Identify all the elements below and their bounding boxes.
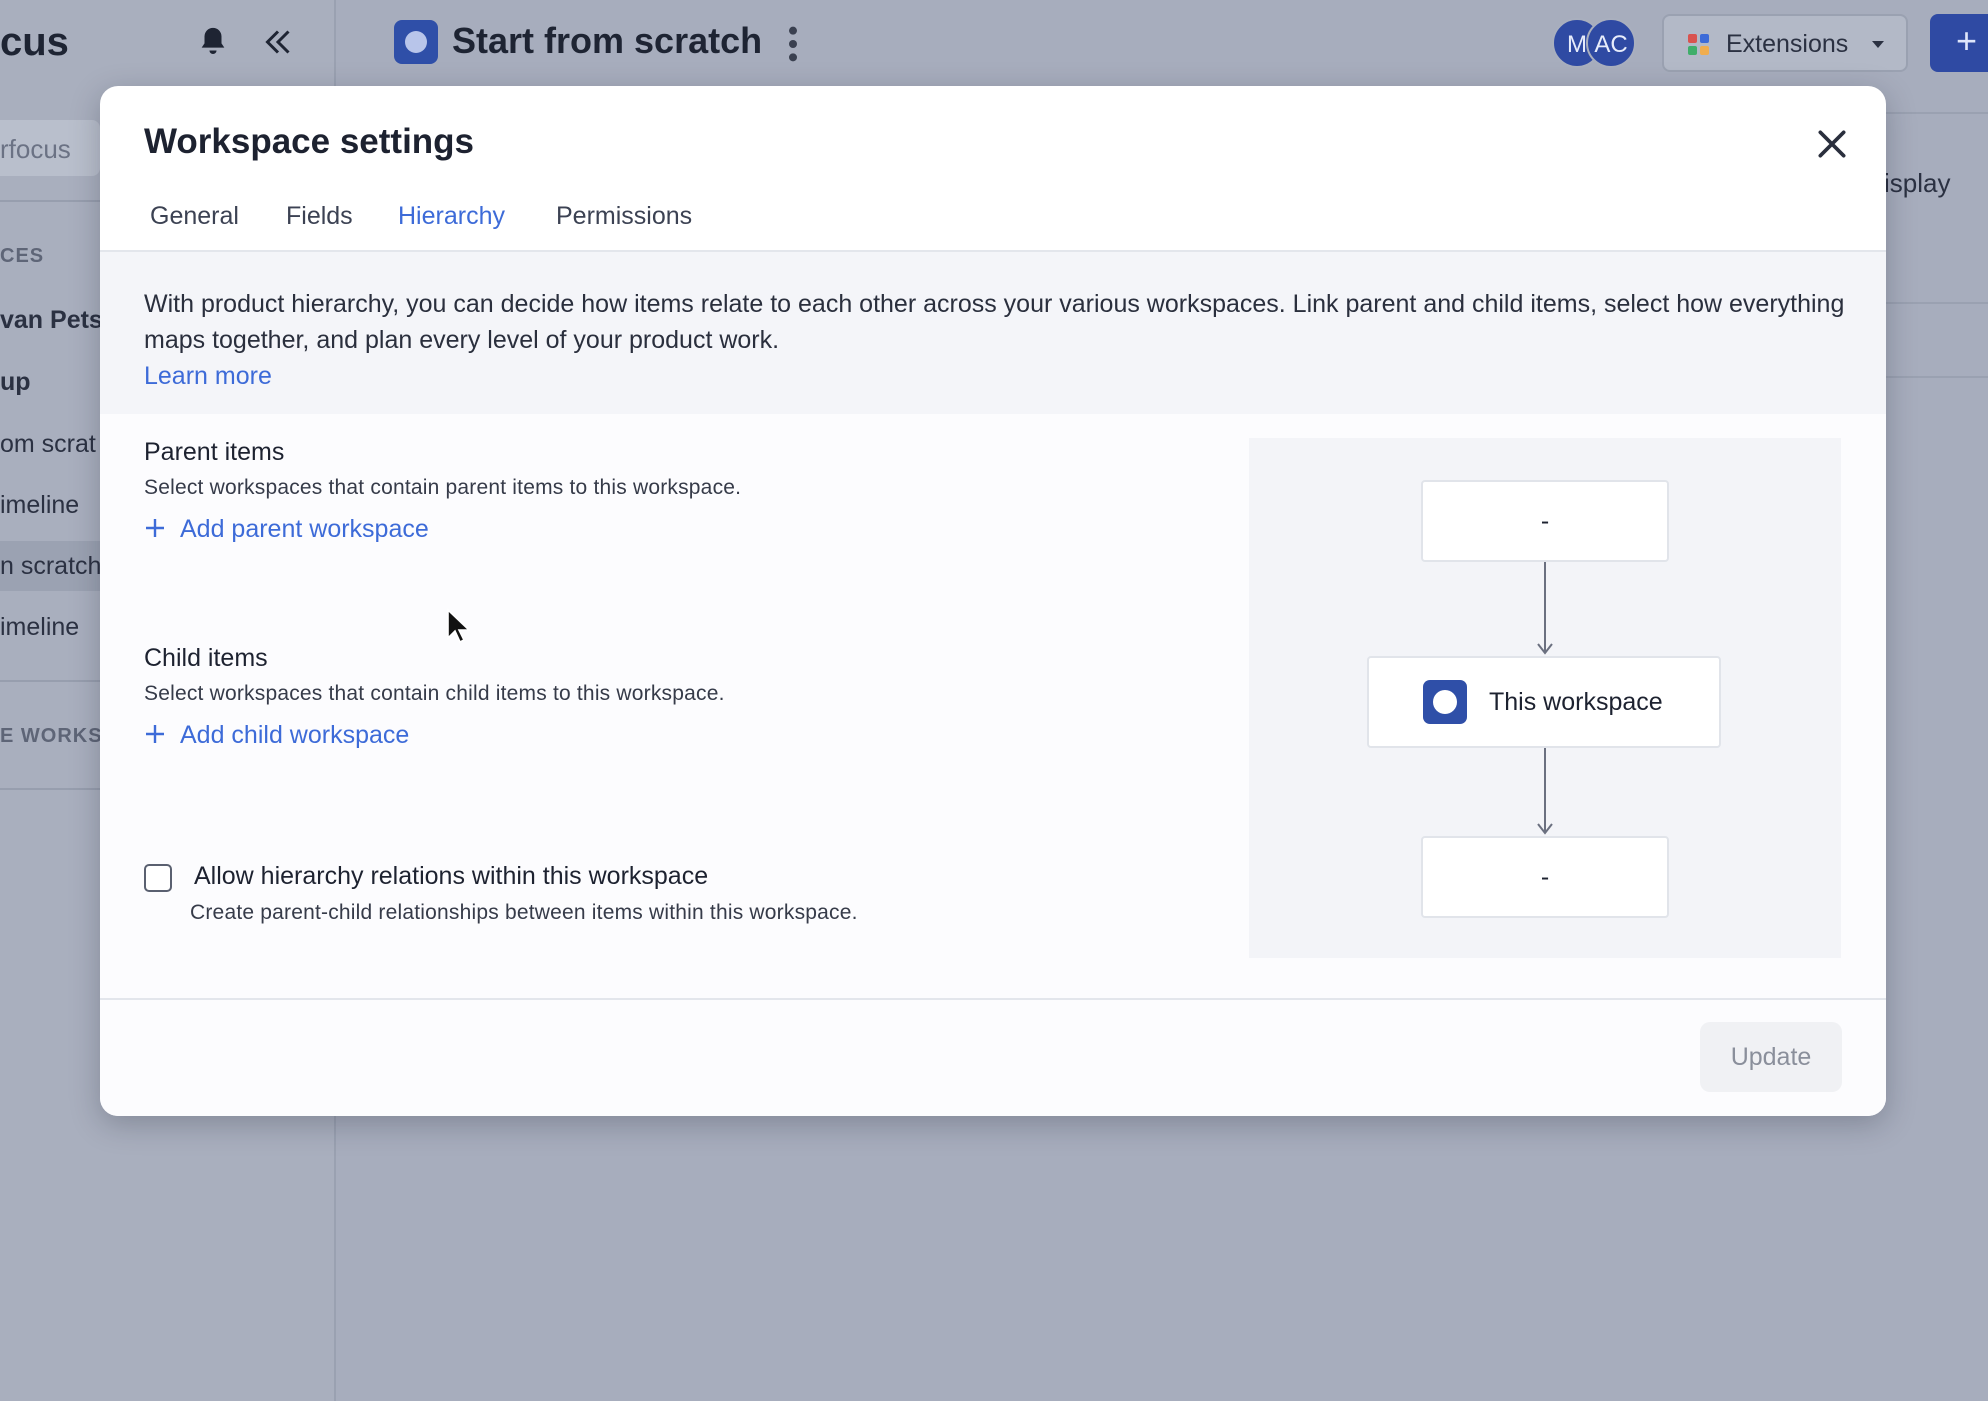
- collapse-sidebar-icon[interactable]: [260, 22, 296, 62]
- workspace-icon: [1423, 680, 1467, 724]
- plus-icon: [146, 519, 164, 537]
- sidebar-item[interactable]: van Pets: [0, 306, 103, 335]
- child-items-title: Child items: [144, 644, 268, 672]
- sidebar-item-active[interactable]: n scratch: [0, 552, 101, 581]
- modal-footer: Update: [100, 1000, 1886, 1116]
- hierarchy-intro: With product hierarchy, you can decide h…: [100, 252, 1886, 414]
- learn-more-link[interactable]: Learn more: [144, 362, 272, 390]
- sidebar-item[interactable]: up: [0, 368, 31, 397]
- display-button[interactable]: isplay: [1884, 168, 1950, 199]
- workspace-icon: [394, 20, 438, 64]
- extensions-label: Extensions: [1726, 30, 1849, 58]
- allow-hierarchy-checkbox[interactable]: [144, 864, 172, 892]
- mouse-cursor-icon: [447, 608, 470, 644]
- close-icon[interactable]: [1812, 124, 1852, 164]
- hierarchy-diagram: - This workspace -: [1249, 438, 1841, 958]
- extensions-button[interactable]: Extensions: [1662, 14, 1908, 72]
- hierarchy-settings: Parent items Select workspaces that cont…: [100, 414, 1886, 998]
- sidebar-item[interactable]: imeline: [0, 491, 79, 520]
- divider: [0, 788, 100, 790]
- arrow-down-icon: [1537, 562, 1553, 655]
- update-button[interactable]: Update: [1700, 1022, 1842, 1092]
- divider: [0, 680, 100, 682]
- add-parent-workspace-button[interactable]: Add parent workspace: [144, 515, 429, 544]
- more-options-icon[interactable]: [786, 24, 800, 64]
- allow-hierarchy-description: Create parent-child relationships betwee…: [190, 901, 858, 924]
- add-child-workspace-button[interactable]: Add child workspace: [144, 721, 409, 750]
- arrow-down-icon: [1537, 748, 1553, 835]
- extensions-grid-icon: [1688, 34, 1709, 55]
- sidebar-item[interactable]: om scrat: [0, 430, 96, 459]
- add-parent-workspace-label: Add parent workspace: [180, 515, 429, 543]
- divider: [0, 200, 100, 202]
- sidebar-search[interactable]: rfocus: [0, 120, 100, 176]
- plus-icon: [146, 725, 164, 743]
- modal-title: Workspace settings: [144, 122, 475, 161]
- sidebar-section-heading: CES: [0, 245, 45, 267]
- intro-text: With product hierarchy, you can decide h…: [144, 290, 1845, 354]
- bell-icon[interactable]: [196, 24, 230, 60]
- workspace-settings-modal: Workspace settings General Fields Hierar…: [100, 86, 1886, 1116]
- parent-node: -: [1421, 480, 1669, 562]
- allow-hierarchy-label[interactable]: Allow hierarchy relations within this wo…: [194, 862, 708, 891]
- divider: [1884, 376, 1988, 378]
- parent-items-description: Select workspaces that contain parent it…: [144, 476, 742, 499]
- child-node: -: [1421, 836, 1669, 918]
- page-title: Start from scratch: [452, 20, 763, 61]
- add-button[interactable]: +: [1930, 14, 1988, 72]
- sidebar-section-heading: E WORKS: [0, 725, 103, 747]
- chevron-down-icon: [1872, 41, 1884, 48]
- brand-name: cus: [0, 20, 69, 64]
- child-items-description: Select workspaces that contain child ite…: [144, 682, 725, 705]
- parent-items-title: Parent items: [144, 438, 285, 466]
- current-workspace-node: This workspace: [1367, 656, 1721, 748]
- divider: [1884, 302, 1988, 304]
- avatar[interactable]: AC: [1586, 18, 1636, 68]
- add-child-workspace-label: Add child workspace: [180, 721, 410, 749]
- sidebar-item[interactable]: imeline: [0, 613, 79, 642]
- current-workspace-label: This workspace: [1489, 688, 1663, 716]
